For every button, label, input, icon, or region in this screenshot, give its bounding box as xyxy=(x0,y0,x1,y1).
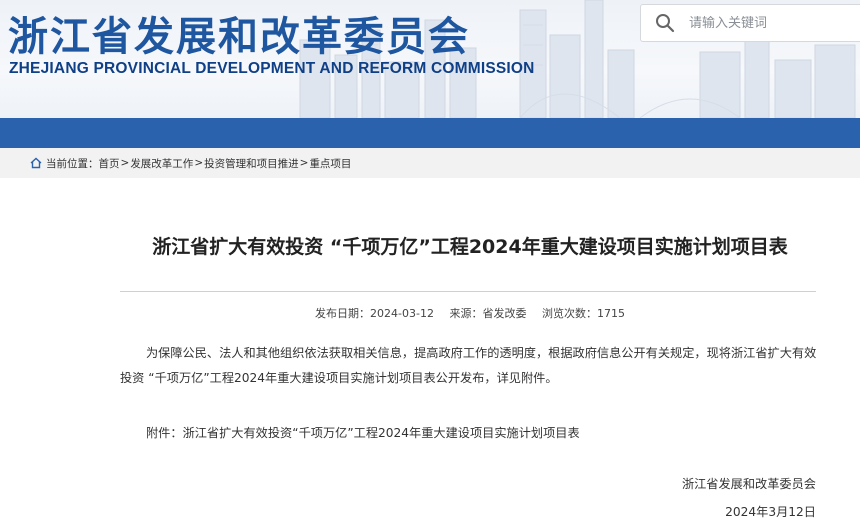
breadcrumb-separator: > xyxy=(194,157,204,169)
home-icon xyxy=(30,157,42,169)
breadcrumb-separator: > xyxy=(120,157,130,169)
attachment-line: 附件：浙江省扩大有效投资“千项万亿”工程2024年重大建设项目实施计划项目表 xyxy=(146,421,844,446)
site-title: 浙江省发展和改革委员会 xyxy=(8,14,470,60)
title-divider xyxy=(120,291,816,292)
nav-bar xyxy=(0,118,860,148)
breadcrumb-item-home[interactable]: 首页 xyxy=(99,156,120,171)
article-body: 为保障公民、法人和其他组织依法获取相关信息，提高政府工作的透明度，根据政府信息公… xyxy=(120,346,817,385)
attachment-link[interactable]: 浙江省扩大有效投资“千项万亿”工程2024年重大建设项目实施计划项目表 xyxy=(183,426,580,440)
breadcrumb-item-development-reform[interactable]: 发展改革工作 xyxy=(130,156,193,171)
article-meta: 发布日期：2024-03-12 来源：省发改委 浏览次数：1715 xyxy=(0,305,860,321)
view-count: 浏览次数：1715 xyxy=(541,307,625,320)
article-source: 来源：省发改委 xyxy=(449,307,527,320)
search-box[interactable] xyxy=(640,4,860,42)
article-title: 浙江省扩大有效投资 “千项万亿”工程2024年重大建设项目实施计划项目表 xyxy=(152,236,788,258)
breadcrumb-prefix: 当前位置： xyxy=(46,157,99,170)
search-input[interactable] xyxy=(689,15,849,31)
breadcrumb-item-investment[interactable]: 投资管理和项目推进 xyxy=(204,156,299,171)
breadcrumb-separator: > xyxy=(299,157,309,169)
publish-date: 发布日期：2024-03-12 xyxy=(315,307,434,320)
site-header: 浙江省发展和改革委员会 ZHEJIANG PROVINCIAL DEVELOPM… xyxy=(0,0,860,118)
signature: 浙江省发展和改革委员会 xyxy=(681,477,816,491)
search-icon[interactable] xyxy=(655,12,677,34)
breadcrumb: 当前位置： 首页 > 发展改革工作 > 投资管理和项目推进 > 重点项目 xyxy=(0,148,860,178)
attachment-label: 附件： xyxy=(146,426,183,440)
signature-date: 2024年3月12日 xyxy=(725,505,816,519)
breadcrumb-item-key-projects[interactable]: 重点项目 xyxy=(309,156,351,171)
site-subtitle: ZHEJIANG PROVINCIAL DEVELOPMENT AND REFO… xyxy=(9,60,535,77)
